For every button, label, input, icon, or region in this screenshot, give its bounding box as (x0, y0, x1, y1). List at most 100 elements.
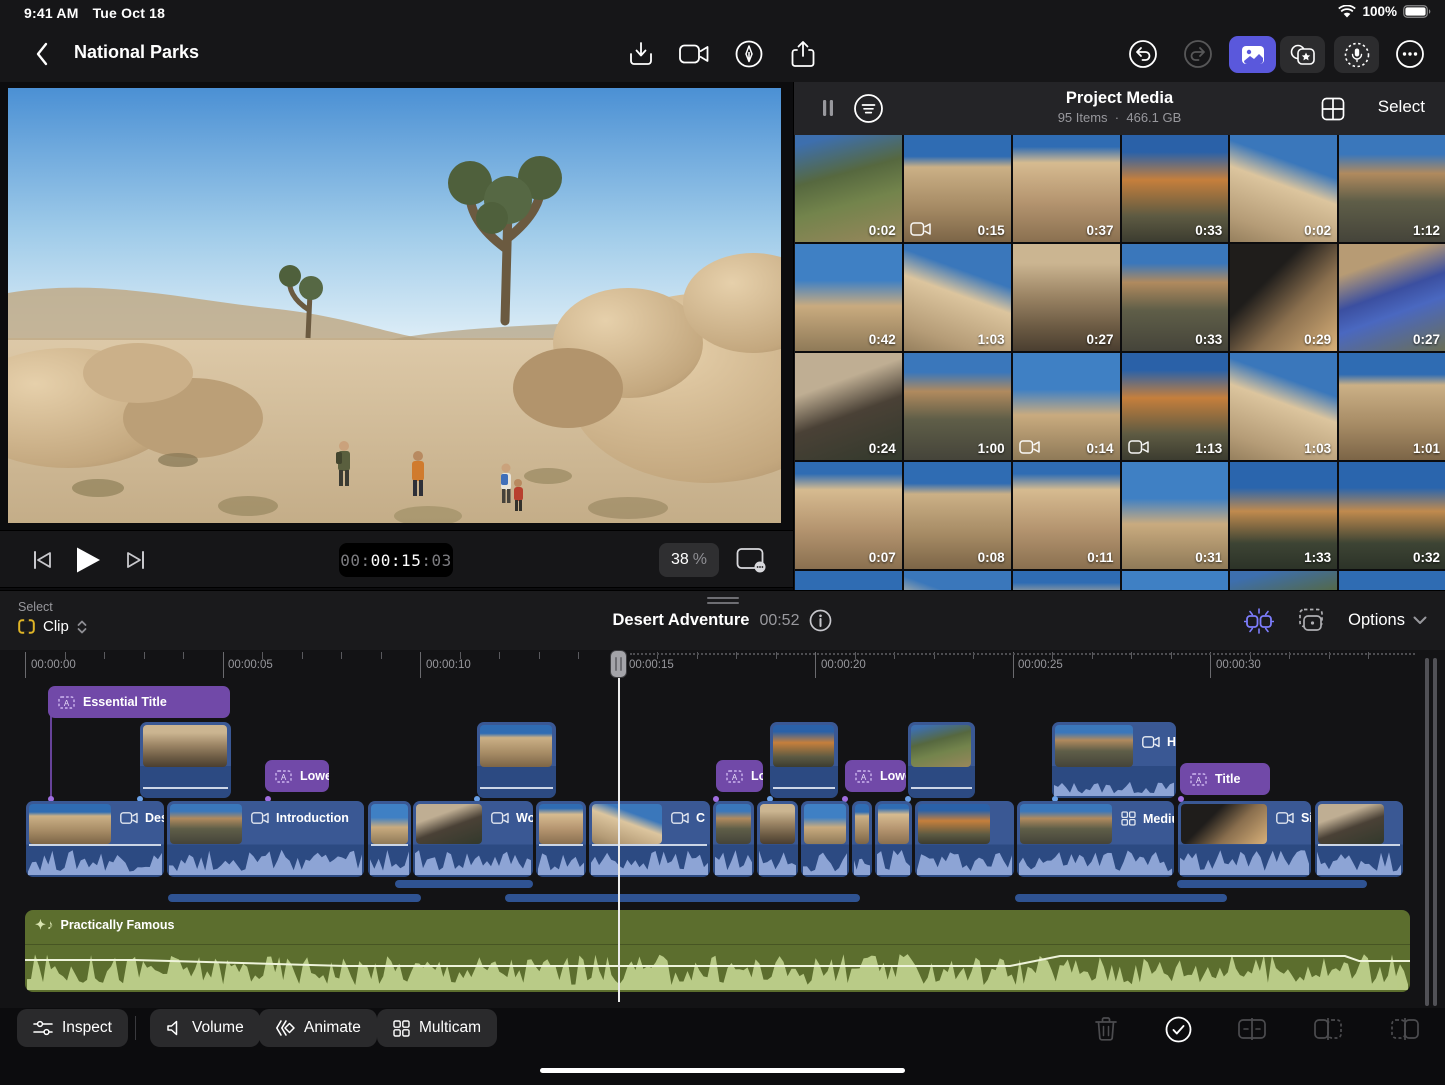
media-thumbnail[interactable] (795, 571, 902, 590)
media-thumbnail[interactable] (904, 571, 1011, 590)
audio-clip[interactable]: ✦ ♪ Practically Famous (25, 910, 1410, 992)
title-clip[interactable]: A Title (1180, 763, 1270, 795)
timeline-drag-handle[interactable] (707, 597, 739, 607)
connected-clip[interactable] (908, 722, 975, 798)
record-button[interactable] (679, 40, 709, 68)
connected-clip[interactable] (477, 722, 556, 798)
trim-clip-center-button[interactable] (1311, 1014, 1345, 1044)
storyline-bar[interactable] (505, 894, 860, 902)
media-thumbnail[interactable]: 0:08 (904, 462, 1011, 569)
media-thumbnail[interactable]: 1:03 (1230, 353, 1337, 460)
storyline-bar[interactable] (395, 880, 533, 888)
timeline-clip[interactable] (368, 801, 411, 877)
timecode-display[interactable]: 00:00:15:03 (339, 543, 453, 577)
media-thumbnail[interactable]: 1:03 (904, 244, 1011, 351)
timeline-clip[interactable]: C (589, 801, 710, 877)
media-thumbnail[interactable]: 0:33 (1122, 244, 1229, 351)
play-button[interactable] (72, 545, 104, 575)
media-thumbnail[interactable] (1230, 571, 1337, 590)
viewer-zoom-control[interactable]: 38% (659, 543, 719, 577)
skip-back-button[interactable] (26, 545, 58, 575)
media-thumbnail[interactable]: 1:01 (1339, 353, 1445, 460)
clip-height-slider[interactable] (1423, 658, 1439, 1006)
back-button[interactable] (28, 40, 54, 68)
background-frame-button[interactable] (1296, 607, 1326, 635)
timeline-ruler[interactable]: 00:00:00 00:00:05 00:00:10 00:00:15 00:0… (0, 650, 1445, 684)
home-indicator[interactable] (540, 1068, 905, 1073)
enhance-button[interactable] (1244, 607, 1274, 635)
playhead-handle[interactable] (610, 650, 627, 678)
skip-forward-button[interactable] (120, 545, 152, 575)
timeline-clip[interactable] (852, 801, 872, 877)
media-thumbnail[interactable]: 0:33 (1122, 135, 1229, 242)
timeline-clip[interactable]: Wond (413, 801, 533, 877)
volume-button[interactable]: Volume (150, 1009, 260, 1047)
multicam-button[interactable]: Multicam (377, 1009, 497, 1047)
storyline-bar[interactable] (168, 894, 421, 902)
media-thumbnail[interactable]: 0:27 (1013, 244, 1120, 351)
media-thumbnail[interactable]: 0:02 (1230, 135, 1337, 242)
media-thumbnail[interactable]: 0:27 (1339, 244, 1445, 351)
options-button[interactable]: Options (1348, 611, 1427, 630)
timeline-clip[interactable] (801, 801, 849, 877)
redo-button[interactable] (1183, 40, 1213, 68)
title-clip[interactable]: A Lowe (845, 760, 906, 792)
delete-button[interactable] (1089, 1014, 1123, 1044)
media-thumbnail[interactable] (1339, 571, 1445, 590)
media-thumbnail[interactable]: 0:07 (795, 462, 902, 569)
media-thumbnail[interactable]: 0:42 (795, 244, 902, 351)
viewer-options-button[interactable] (735, 545, 767, 575)
media-thumbnail[interactable]: 1:13 (1122, 353, 1229, 460)
title-clip[interactable]: A Lowe (265, 760, 329, 792)
timeline-clip[interactable] (713, 801, 754, 877)
storyline-bar[interactable] (1177, 880, 1367, 888)
media-thumbnail[interactable]: 0:29 (1230, 244, 1337, 351)
media-thumbnail[interactable]: 0:24 (795, 353, 902, 460)
timeline-clip[interactable] (875, 801, 912, 877)
viewer-canvas[interactable] (8, 88, 781, 523)
media-thumbnail[interactable]: 0:37 (1013, 135, 1120, 242)
timeline-clip[interactable]: Introduction (167, 801, 364, 877)
effects-button[interactable] (1280, 36, 1325, 73)
connected-clip-hiking[interactable]: Hiki (1052, 722, 1176, 798)
trim-clip-right-button[interactable] (1388, 1014, 1422, 1044)
media-thumbnail[interactable]: 0:02 (795, 135, 902, 242)
timeline-clip[interactable] (1315, 801, 1403, 877)
undo-button[interactable] (1128, 40, 1158, 68)
voiceover-button[interactable] (1334, 36, 1379, 73)
media-thumbnail[interactable]: 0:32 (1339, 462, 1445, 569)
media-thumbnail[interactable]: 0:31 (1122, 462, 1229, 569)
media-thumbnail[interactable]: 0:15 (904, 135, 1011, 242)
timeline-clip[interactable]: Medium - (1017, 801, 1174, 877)
inspect-button[interactable]: Inspect (17, 1009, 128, 1047)
grid-view-button[interactable] (1321, 97, 1345, 121)
storyline-bar[interactable] (1015, 894, 1227, 902)
timeline[interactable]: 00:00:00 00:00:05 00:00:10 00:00:15 00:0… (0, 650, 1445, 1008)
confirm-button[interactable] (1161, 1014, 1195, 1044)
connected-clip[interactable] (770, 722, 838, 798)
target-selector[interactable]: Clip (18, 618, 87, 635)
timeline-clip[interactable] (757, 801, 798, 877)
import-button[interactable] (626, 40, 656, 68)
media-thumbnail[interactable]: 1:12 (1339, 135, 1445, 242)
animate-button[interactable]: Animate (259, 1009, 377, 1047)
media-thumbnail[interactable]: 1:33 (1230, 462, 1337, 569)
media-select-button[interactable]: Select (1378, 97, 1425, 117)
trim-clip-left-button[interactable] (1235, 1014, 1269, 1044)
timeline-clip[interactable] (915, 801, 1014, 877)
connected-clip[interactable] (140, 722, 231, 798)
more-button[interactable] (1395, 40, 1425, 68)
title-clip[interactable]: A Lo (716, 760, 763, 792)
project-info-button[interactable] (809, 609, 832, 632)
timeline-clip[interactable] (536, 801, 586, 877)
share-button[interactable] (788, 40, 818, 68)
media-thumbnail[interactable]: 0:11 (1013, 462, 1120, 569)
media-thumbnail[interactable] (1013, 571, 1120, 590)
media-thumbnail[interactable]: 1:00 (904, 353, 1011, 460)
playhead-line[interactable] (618, 650, 620, 1002)
media-thumbnail[interactable]: 0:14 (1013, 353, 1120, 460)
timeline-clip[interactable]: Desert (26, 801, 164, 877)
timeline-clip[interactable]: Signs (1178, 801, 1311, 877)
media-thumbnail[interactable] (1122, 571, 1229, 590)
pencil-tool-button[interactable] (734, 40, 764, 68)
